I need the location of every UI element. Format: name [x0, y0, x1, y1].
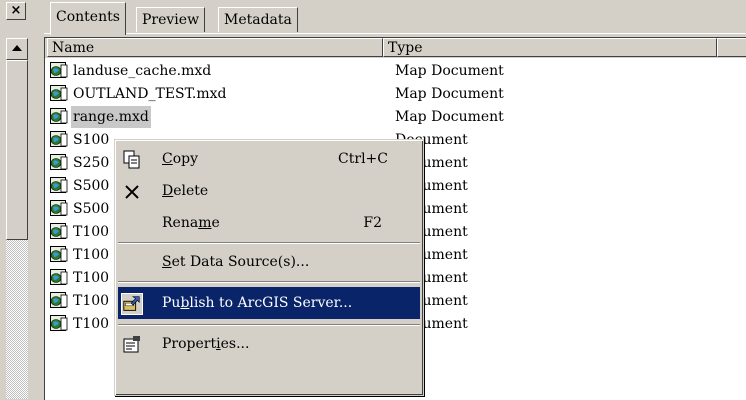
menu-label-properties: Properties... [162, 336, 250, 352]
item-name: T100 [73, 316, 110, 332]
menu-separator [118, 324, 420, 326]
item-name: landuse_cache.mxd [73, 63, 212, 79]
item-name: S250 [73, 155, 110, 171]
column-header-type[interactable]: Type [383, 38, 717, 57]
map-document-icon [50, 200, 68, 218]
map-document-icon [50, 131, 68, 149]
publish-server-icon [121, 293, 143, 315]
menu-item-copy[interactable]: Copy Ctrl+C [118, 143, 420, 175]
menu-label-rename: Rename [162, 215, 220, 231]
menu-label-set-data-source: Set Data Source(s)... [162, 254, 310, 270]
left-dock-strip: × [0, 0, 34, 399]
item-type: Map Document [395, 109, 504, 125]
map-document-icon [50, 85, 68, 103]
map-document-icon [50, 154, 68, 172]
list-item[interactable]: OUTLAND_TEST.mxd Map Document [45, 83, 746, 105]
item-name: OUTLAND_TEST.mxd [73, 86, 227, 102]
map-document-icon [50, 62, 68, 80]
item-name: S100 [73, 132, 110, 148]
copy-icon [123, 150, 140, 169]
column-header-filler [717, 38, 746, 57]
tab-metadata[interactable]: Metadata [218, 7, 298, 32]
menu-label-delete: Delete [162, 183, 209, 199]
item-name: T100 [73, 224, 110, 240]
map-document-icon [50, 223, 68, 241]
item-type: Map Document [395, 63, 504, 79]
shortcut-rename: F2 [363, 215, 382, 231]
menu-item-rename[interactable]: Rename F2 [118, 207, 420, 239]
map-document-icon [50, 108, 68, 126]
menu-separator [118, 281, 420, 283]
menu-separator [118, 242, 420, 244]
menu-label-copy: Copy [162, 151, 199, 167]
scroll-thumb[interactable] [6, 60, 28, 240]
tab-preview[interactable]: Preview [136, 7, 206, 32]
item-name: range.mxd [71, 106, 151, 128]
column-header-name[interactable]: Name [47, 38, 383, 57]
item-name: T100 [73, 293, 110, 309]
list-item[interactable]: landuse_cache.mxd Map Document [45, 60, 746, 82]
tab-contents[interactable]: Contents [50, 2, 126, 35]
map-document-icon [50, 269, 68, 287]
item-name: S500 [73, 178, 110, 194]
map-document-icon [50, 246, 68, 264]
arrow-up-icon [12, 45, 22, 51]
menu-item-publish-arcgis-server[interactable]: Publish to ArcGIS Server... [118, 287, 420, 319]
map-document-icon [50, 292, 68, 310]
map-document-icon [50, 315, 68, 333]
menu-item-delete[interactable]: Delete [118, 175, 420, 207]
menu-item-properties[interactable]: Properties... [118, 328, 420, 360]
item-name: T100 [73, 270, 110, 286]
close-pane-button[interactable]: × [6, 2, 26, 20]
delete-x-icon [125, 185, 139, 199]
tab-baseline [44, 33, 746, 34]
list-item[interactable]: range.mxd Map Document [45, 106, 746, 128]
shortcut-copy: Ctrl+C [338, 151, 388, 167]
properties-icon [123, 336, 140, 353]
item-name: T100 [73, 247, 110, 263]
menu-item-set-data-source[interactable]: Set Data Source(s)... [118, 246, 420, 278]
item-type: Map Document [395, 86, 504, 102]
map-document-icon [50, 177, 68, 195]
list-header: Name Type [45, 38, 746, 58]
menu-label-publish: Publish to ArcGIS Server... [162, 295, 353, 311]
scroll-up-button[interactable] [6, 38, 28, 60]
item-name: S500 [73, 201, 110, 217]
context-menu: Copy Ctrl+C Delete Rename F2 Set Data So… [114, 139, 424, 396]
